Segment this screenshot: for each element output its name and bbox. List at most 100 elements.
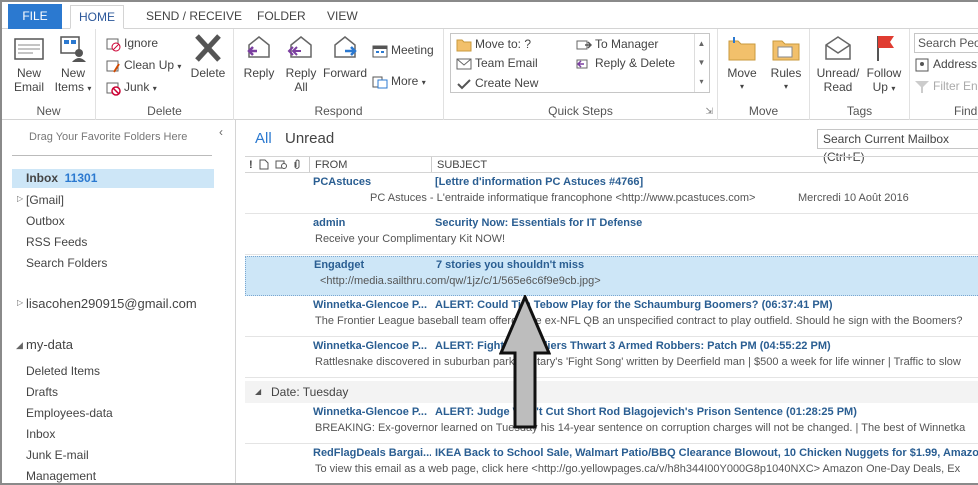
quick-steps-scroll[interactable]: ▲ ▼ ▾ bbox=[694, 34, 708, 92]
folder-employees-data[interactable]: Employees-data bbox=[26, 406, 113, 420]
more-icon bbox=[372, 76, 388, 89]
forward-button[interactable]: Forward bbox=[322, 33, 368, 80]
subject-column-header[interactable]: SUBJECT bbox=[437, 159, 487, 171]
new-items-label-1: New bbox=[60, 66, 85, 80]
from-column-header[interactable]: FROM bbox=[315, 159, 347, 171]
doc-column-icon[interactable] bbox=[259, 159, 269, 173]
dropdown-arrow-icon: ▾ bbox=[152, 84, 157, 93]
folder-junk-email[interactable]: Junk E-mail bbox=[26, 448, 89, 462]
message-preview: BREAKING: Ex-governor learned on Tuesday… bbox=[315, 422, 966, 434]
column-divider bbox=[431, 157, 432, 172]
filter-unread[interactable]: Unread bbox=[285, 130, 334, 147]
collapse-my-data-icon[interactable]: ◢ bbox=[16, 340, 23, 351]
dropdown-arrow-icon: ▾ bbox=[421, 78, 426, 87]
to-manager-icon bbox=[576, 40, 593, 50]
expand-gmail-icon[interactable]: ▷ bbox=[17, 194, 23, 203]
folder-inbox-favorite[interactable]: Inbox 11301 bbox=[12, 169, 214, 188]
favorites-drop-hint: Drag Your Favorite Folders Here bbox=[29, 131, 188, 143]
importance-column-icon[interactable]: ! bbox=[249, 159, 253, 171]
new-items-button[interactable]: New Items ▾ bbox=[52, 33, 94, 96]
message-row[interactable]: Winnetka-Glencoe P... ALERT: Fighting So… bbox=[245, 338, 978, 378]
folder-gmail[interactable]: [Gmail] bbox=[26, 193, 64, 207]
account-header[interactable]: lisacohen290915@gmail.com bbox=[26, 296, 197, 311]
filter-email-button[interactable]: Filter En bbox=[914, 77, 978, 95]
search-mailbox-input[interactable]: Search Current Mailbox (Ctrl+E) bbox=[817, 129, 978, 164]
rules-icon bbox=[772, 40, 800, 61]
collapse-group-icon[interactable]: ◢ bbox=[255, 381, 261, 403]
expand-account-icon[interactable]: ▷ bbox=[17, 298, 23, 307]
follow-up-button[interactable]: Follow Up ▾ bbox=[864, 33, 904, 96]
message-row[interactable]: Winnetka-Glencoe P... ALERT: Judge Won't… bbox=[245, 404, 978, 444]
message-row-selected[interactable]: Engadget 7 stories you shouldn't miss <h… bbox=[245, 256, 978, 296]
inbox-count: 11301 bbox=[64, 171, 98, 185]
folder-search-folders[interactable]: Search Folders bbox=[26, 256, 107, 270]
forward-label: Forward bbox=[322, 66, 367, 80]
quick-step-team-email[interactable]: Team Email bbox=[456, 54, 538, 72]
unread-read-label-2: Read bbox=[823, 80, 853, 94]
dropdown-arrow-icon: ▾ bbox=[87, 84, 92, 93]
tab-view[interactable]: VIEW bbox=[319, 5, 366, 29]
tab-folder[interactable]: FOLDER bbox=[249, 5, 314, 29]
reply-button[interactable]: Reply bbox=[240, 33, 278, 80]
folder-rss-feeds[interactable]: RSS Feeds bbox=[26, 235, 87, 249]
quick-step-to-manager[interactable]: To Manager bbox=[576, 35, 658, 53]
move-folder-icon bbox=[728, 37, 756, 61]
quick-step-reply-delete[interactable]: Reply & Delete bbox=[576, 54, 675, 72]
more-respond-button[interactable]: More ▾ bbox=[372, 72, 426, 90]
folder-outbox[interactable]: Outbox bbox=[26, 214, 65, 228]
move-button[interactable]: Move ▾ bbox=[722, 33, 762, 94]
move-label: Move bbox=[727, 66, 757, 80]
folder-management[interactable]: Management bbox=[26, 469, 96, 483]
tab-file[interactable]: FILE bbox=[8, 4, 62, 29]
reply-all-button[interactable]: Reply All bbox=[282, 33, 320, 94]
meeting-button[interactable]: Meeting bbox=[372, 41, 434, 59]
tab-home[interactable]: HOME bbox=[70, 5, 124, 29]
message-subject: Security Now: Essentials for IT Defense bbox=[435, 217, 643, 229]
message-row[interactable]: admin Security Now: Essentials for IT De… bbox=[245, 215, 978, 255]
reply-delete-label: Reply & Delete bbox=[595, 56, 676, 70]
rules-button[interactable]: Rules ▾ bbox=[766, 33, 806, 94]
collapse-pane-icon[interactable]: ‹ bbox=[219, 125, 223, 139]
clean-up-button[interactable]: Clean Up ▾ bbox=[105, 56, 181, 74]
group-tags-label: Tags bbox=[846, 104, 873, 118]
folder-drafts[interactable]: Drafts bbox=[26, 385, 58, 399]
ribbon-tab-bar: FILE HOME SEND / RECEIVE FOLDER VIEW bbox=[2, 2, 978, 29]
ignore-button[interactable]: Ignore bbox=[105, 34, 158, 52]
clean-up-label: Clean Up bbox=[124, 58, 175, 72]
search-people-input[interactable]: Search Peo bbox=[914, 33, 978, 53]
filter-all[interactable]: All bbox=[255, 130, 272, 147]
tab-send-receive[interactable]: SEND / RECEIVE bbox=[138, 5, 250, 29]
my-data-header[interactable]: my-data bbox=[26, 337, 73, 352]
folder-inbox[interactable]: Inbox bbox=[26, 427, 55, 441]
message-from: Winnetka-Glencoe P... bbox=[313, 406, 428, 418]
date-group-label: Date: Tuesday bbox=[271, 385, 349, 399]
message-preview: <http://media.sailthru.com/qw/1jz/c/1/56… bbox=[320, 275, 601, 287]
junk-button[interactable]: Junk ▾ bbox=[105, 78, 157, 96]
envelope-open-icon bbox=[825, 36, 851, 60]
group-new: New Email New Items ▾ New bbox=[2, 29, 96, 120]
column-header: ! FROM SUBJECT bbox=[245, 156, 978, 173]
unread-read-label-1: Unread/ bbox=[816, 66, 860, 80]
folder-deleted-items[interactable]: Deleted Items bbox=[26, 364, 100, 378]
message-row[interactable]: RedFlagDeals Bargai... IKEA Back to Scho… bbox=[245, 445, 978, 483]
new-email-button[interactable]: New Email bbox=[10, 33, 48, 94]
message-preview: Receive your Complimentary Kit NOW! bbox=[315, 233, 506, 245]
quick-step-move-to[interactable]: Move to: ? bbox=[456, 35, 531, 53]
date-group-header[interactable]: ◢ Date: Tuesday bbox=[245, 381, 978, 403]
attachment-column-icon[interactable] bbox=[293, 159, 301, 173]
address-book-button[interactable]: Address bbox=[914, 55, 977, 73]
quick-step-create-new[interactable]: Create New bbox=[456, 74, 538, 92]
team-email-label: Team Email bbox=[475, 56, 538, 70]
group-quick-steps: Move to: ? Team Email Create New To Mana… bbox=[444, 29, 718, 120]
message-row[interactable]: Winnetka-Glencoe P... ALERT: Could Tim T… bbox=[245, 297, 978, 337]
filter-icon bbox=[915, 80, 929, 93]
folder-pane: Drag Your Favorite Folders Here ‹ Inbox … bbox=[2, 120, 236, 483]
delete-button[interactable]: Delete bbox=[188, 33, 228, 80]
group-quick-steps-label: Quick Steps bbox=[548, 104, 613, 118]
unread-read-button[interactable]: Unread/ Read bbox=[814, 33, 862, 94]
meeting-icon bbox=[372, 45, 388, 58]
dialog-launcher-icon[interactable]: ⇲ bbox=[705, 106, 713, 117]
reminder-column-icon[interactable] bbox=[275, 159, 287, 173]
reply-delete-icon bbox=[576, 59, 588, 69]
message-row[interactable]: PCAstuces [Lettre d'information PC Astuc… bbox=[245, 174, 978, 214]
